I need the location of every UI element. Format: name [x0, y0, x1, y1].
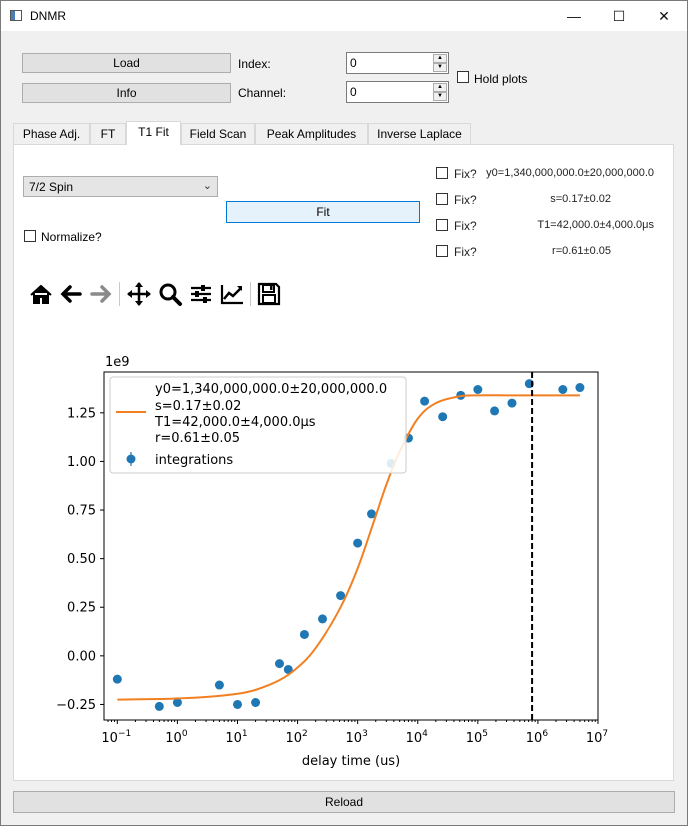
data-point [112, 674, 122, 684]
legend-integrations-label: integrations [155, 453, 233, 468]
data-point [420, 396, 430, 406]
data-point [154, 701, 164, 711]
legend-fit-line-1: y0=1,340,000,000.0±20,000,000.0 [155, 382, 387, 397]
x-axis-label: delay time (us) [302, 754, 400, 769]
tab-t1-fit[interactable]: T1 Fit [126, 121, 181, 145]
legend-fit-line-4: r=0.61±0.05 [155, 431, 240, 446]
data-point [299, 629, 309, 639]
x-tick-label: 105 [466, 729, 488, 746]
x-tick-label: 103 [346, 729, 368, 746]
data-point [473, 384, 483, 394]
x-tick-label: 100 [165, 729, 188, 746]
data-point [558, 384, 568, 394]
x-tick-label: 106 [526, 729, 549, 746]
t1-fit-chart[interactable]: 1e9 −0.25 0.00 0.25 0.50 0.75 1.00 1.25 10−1 10… [0, 0, 688, 826]
y-tick-label: 0.75 [67, 504, 96, 519]
data-point [490, 406, 500, 416]
y-tick-label: 0.25 [67, 601, 96, 616]
y-tick-label: 1.25 [67, 406, 96, 421]
chart-legend: y0=1,340,000,000.0±20,000,000.0 s=0.17±0… [109, 376, 407, 474]
data-point [353, 538, 363, 548]
y-tick-label: 0.50 [67, 552, 96, 567]
x-tick-label: 102 [285, 729, 307, 746]
x-tick-label: 107 [586, 729, 608, 746]
data-point [274, 659, 284, 669]
data-point [232, 699, 242, 709]
legend-marker-swatch [126, 454, 136, 464]
data-point [575, 383, 585, 393]
data-point [251, 698, 261, 708]
y-offset-text: 1e9 [105, 355, 130, 370]
legend-fit-line-2: s=0.17±0.02 [155, 399, 241, 414]
y-tick-label: 0.00 [67, 649, 96, 664]
y-tick-label: −0.25 [56, 698, 96, 713]
x-tick-label: 10−1 [101, 729, 131, 746]
x-tick-label: 101 [225, 729, 247, 746]
reload-button[interactable]: Reload [13, 791, 675, 813]
y-tick-label: 1.00 [67, 455, 96, 470]
data-point [507, 398, 517, 408]
data-point [438, 412, 448, 422]
x-tick-label: 104 [406, 729, 429, 746]
data-point [214, 680, 224, 690]
legend-fit-line-3: T1=42,000.0±4,000.0μs [154, 415, 316, 430]
data-point [318, 614, 328, 624]
